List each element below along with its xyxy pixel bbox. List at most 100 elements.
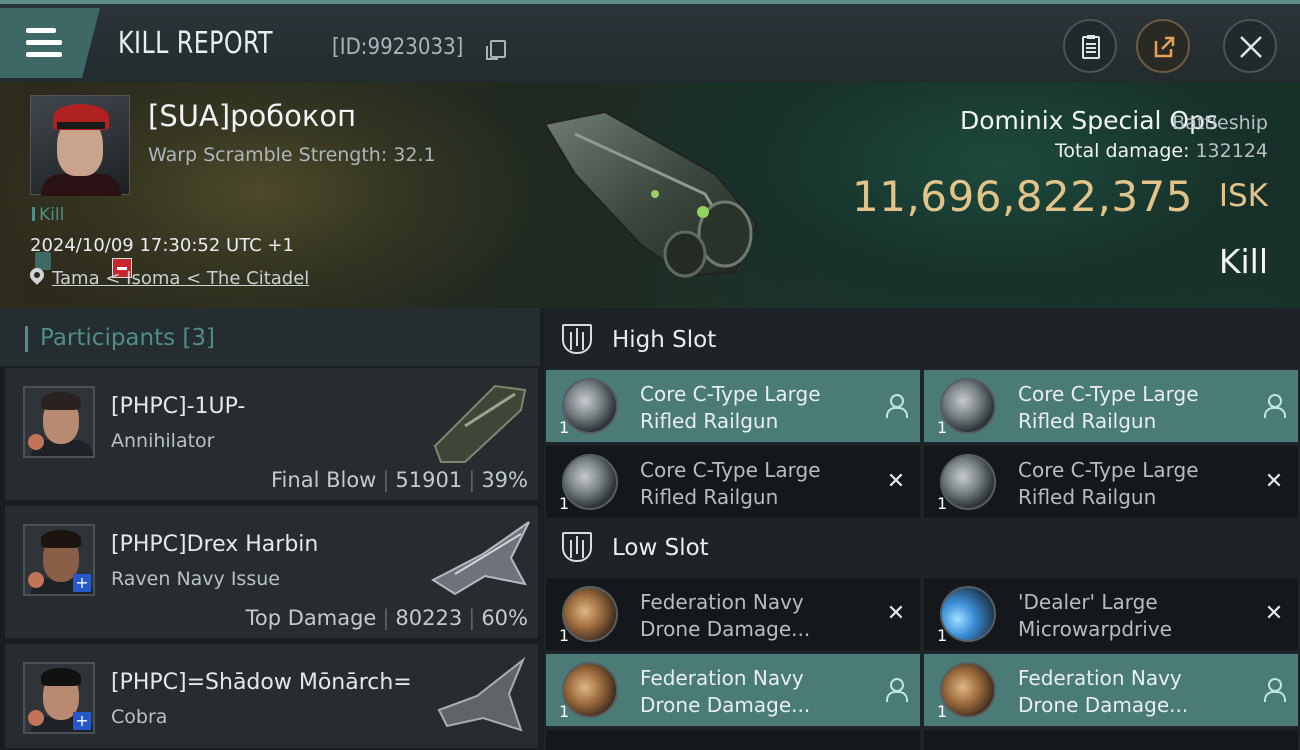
menu-button[interactable]	[0, 8, 100, 78]
x-icon: ✕	[1264, 601, 1284, 626]
high-slot-icon	[562, 324, 592, 354]
total-damage-label: Total damage:	[1055, 140, 1190, 162]
participant-row[interactable]: + [PHPC]=Shādow Mōnārch= Cobra	[5, 644, 538, 750]
high-slot-header: High Slot	[544, 310, 1300, 370]
kill-datetime: 2024/10/09 17:30:52 UTC +1	[30, 235, 294, 256]
drone-damage-amplifier-icon	[940, 662, 996, 718]
module-name: Federation Navy	[640, 666, 804, 690]
person-icon	[1264, 678, 1286, 702]
fitting-panel: High Slot 1 Core C-Type Large Rifled Rai…	[544, 308, 1300, 750]
drone-damage-amplifier-icon	[562, 662, 618, 718]
fist-icon	[28, 572, 44, 588]
module-item[interactable]: 1 Core C-Type Large Rifled Railgun ✕	[924, 446, 1298, 518]
participant-ship-image	[431, 521, 530, 596]
module-qty: 1	[937, 418, 948, 437]
module-qty: 1	[937, 626, 948, 645]
participants-header: Participants [3]	[0, 308, 540, 366]
module-qty: 1	[559, 418, 570, 437]
person-icon	[886, 678, 908, 702]
high-slot-title: High Slot	[612, 327, 717, 353]
participant-damage: 51901	[395, 468, 463, 492]
fist-icon	[28, 434, 44, 450]
module-name: Core C-Type Large	[640, 458, 821, 482]
module-item[interactable]: 1 Federation Navy Drone Damage... ✕	[546, 578, 920, 650]
microwarpdrive-icon	[940, 586, 996, 642]
page-title: KILL REPORT	[118, 26, 274, 61]
close-button[interactable]	[1223, 19, 1277, 73]
module-item[interactable]: 1 Core C-Type Large Rifled Railgun	[924, 370, 1298, 442]
participants-panel: Participants [3] [PHPC]-1UP- Annihilator…	[0, 308, 540, 750]
participant-avatar[interactable]: +	[23, 524, 95, 596]
railgun-icon	[940, 454, 996, 510]
participant-stats: Top Damage | 80223 | 60%	[245, 606, 528, 630]
participant-damage: 80223	[395, 606, 463, 630]
plus-badge-icon: +	[73, 574, 91, 592]
participant-percent: 39%	[481, 468, 528, 492]
module-name-2: Rifled Railgun	[1018, 409, 1157, 433]
person-icon	[1264, 394, 1286, 418]
module-name: Core C-Type Large	[1018, 458, 1199, 482]
module-item-partial[interactable]	[924, 730, 1298, 750]
participant-name: [PHPC]Drex Harbin	[111, 532, 319, 557]
x-icon: ✕	[886, 601, 906, 626]
participant-ship: Raven Navy Issue	[111, 568, 280, 590]
module-qty: 1	[559, 702, 570, 721]
low-slot-header: Low Slot	[544, 518, 1300, 578]
module-qty: 1	[937, 494, 948, 513]
module-name: Core C-Type Large	[1018, 382, 1199, 406]
module-name-2: Rifled Railgun	[640, 485, 779, 509]
isk-value: 11,696,822,375	[852, 172, 1193, 221]
module-item[interactable]: 1 Core C-Type Large Rifled Railgun ✕	[546, 446, 920, 518]
participant-avatar[interactable]: +	[23, 662, 95, 734]
participant-stats: Final Blow | 51901 | 39%	[271, 468, 528, 492]
module-name-2: Drone Damage...	[640, 693, 811, 717]
kill-tag: Kill	[32, 205, 64, 225]
clipboard-button[interactable]	[1063, 19, 1117, 73]
participant-avatar[interactable]	[23, 386, 95, 458]
module-name-2: Rifled Railgun	[1018, 485, 1157, 509]
participant-role: Final Blow	[271, 468, 377, 492]
participant-percent: 60%	[481, 606, 528, 630]
victim-avatar[interactable]	[30, 95, 130, 196]
victim-name[interactable]: [SUA]робокоп	[148, 99, 356, 133]
location-link[interactable]: Tama < Isoma < The Citadel	[52, 268, 309, 289]
total-damage-value: 132124	[1195, 140, 1268, 162]
x-icon: ✕	[886, 469, 906, 494]
participant-row[interactable]: + [PHPC]Drex Harbin Raven Navy Issue Top…	[5, 506, 538, 640]
module-qty: 1	[559, 494, 570, 513]
kill-id: [ID:9923033]	[332, 35, 464, 60]
total-damage: Total damage: 132124	[1055, 140, 1268, 162]
participant-ship-image	[433, 384, 527, 463]
railgun-icon	[940, 378, 996, 434]
plus-badge-icon: +	[73, 712, 91, 730]
module-name: Federation Navy	[640, 590, 804, 614]
module-item[interactable]: 1 Federation Navy Drone Damage...	[924, 654, 1298, 726]
low-slot-icon	[562, 532, 592, 562]
x-icon: ✕	[1264, 469, 1284, 494]
module-item[interactable]: 1 Core C-Type Large Rifled Railgun	[546, 370, 920, 442]
participant-row[interactable]: [PHPC]-1UP- Annihilator Final Blow | 51901…	[5, 368, 538, 502]
module-name-2: Drone Damage...	[1018, 693, 1189, 717]
module-name-2: Drone Damage...	[640, 617, 811, 641]
participant-name: [PHPC]=Shādow Mōnārch=	[111, 670, 412, 695]
close-icon	[1240, 36, 1262, 58]
module-item[interactable]: 1 Federation Navy Drone Damage...	[546, 654, 920, 726]
module-item[interactable]: 1 'Dealer' Large Microwarpdrive ✕	[924, 578, 1298, 650]
copy-icon[interactable]	[486, 40, 506, 60]
participant-ship: Annihilator	[111, 430, 215, 452]
module-name-2: Microwarpdrive	[1018, 617, 1172, 641]
share-icon	[1154, 36, 1175, 58]
module-name-2: Rifled Railgun	[640, 409, 779, 433]
module-name: 'Dealer' Large	[1018, 590, 1158, 614]
participant-role: Top Damage	[245, 606, 377, 630]
drone-damage-amplifier-icon	[562, 586, 618, 642]
fist-icon	[28, 710, 44, 726]
person-icon	[886, 394, 908, 418]
module-item-partial[interactable]	[546, 730, 920, 750]
low-slot-title: Low Slot	[612, 535, 709, 561]
module-qty: 1	[937, 702, 948, 721]
victim-panel: [SUA]робокоп Warp Scramble Strength: 32.…	[0, 82, 1300, 308]
module-qty: 1	[559, 626, 570, 645]
railgun-icon	[562, 378, 618, 434]
share-button[interactable]	[1136, 19, 1190, 73]
